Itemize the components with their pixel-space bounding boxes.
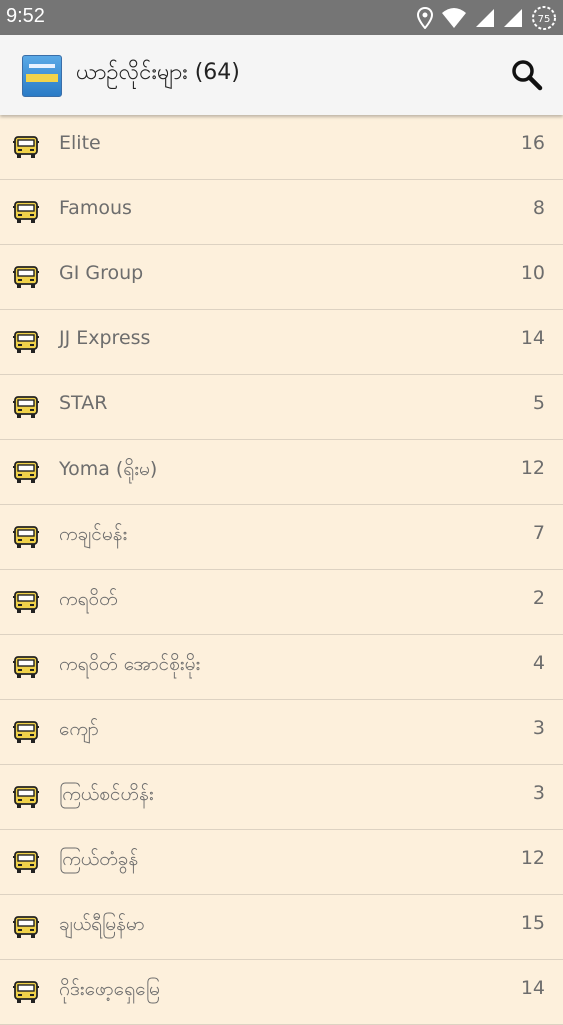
list-item[interactable]: STAR 5 bbox=[0, 375, 563, 440]
bus-icon bbox=[12, 393, 40, 421]
list-item[interactable]: Famous 8 bbox=[0, 180, 563, 245]
status-icons: 75 bbox=[417, 5, 557, 31]
list-item[interactable]: ဂိုဒ်းဖော့ရှေမြေ 14 bbox=[0, 960, 563, 1025]
bus-line-name: ကချင်မန်း bbox=[59, 523, 128, 545]
list-item[interactable]: ချယ်ရီမြန်မာ 15 bbox=[0, 895, 563, 960]
bus-line-name: ကြယ်တံခွန် bbox=[59, 848, 139, 870]
bus-line-count: 7 bbox=[532, 522, 545, 544]
list-item[interactable]: Elite 16 bbox=[0, 115, 563, 180]
bus-line-count: 10 bbox=[520, 262, 545, 284]
bus-icon bbox=[12, 978, 40, 1006]
bus-icon bbox=[12, 913, 40, 941]
bus-line-name: Famous bbox=[59, 197, 132, 219]
bus-line-count: 3 bbox=[532, 717, 545, 739]
battery-icon: 75 bbox=[532, 6, 556, 30]
list-item[interactable]: GI Group 10 bbox=[0, 245, 563, 310]
bus-line-name: ဂိုဒ်းဖော့ရှေမြေ bbox=[59, 978, 160, 1000]
list-item[interactable]: ကြယ်စင်ဟိန်း 3 bbox=[0, 765, 563, 830]
battery-level: 75 bbox=[538, 14, 551, 25]
bus-icon bbox=[12, 328, 40, 356]
bus-line-name: Yoma (ရိုးမ) bbox=[59, 458, 158, 480]
bus-line-name: JJ Express bbox=[59, 327, 151, 349]
bus-icon bbox=[12, 263, 40, 291]
bus-line-count: 12 bbox=[520, 847, 545, 869]
page-title: ယာဉ်လိုင်းများ (64) bbox=[76, 60, 240, 85]
bus-icon bbox=[12, 133, 40, 161]
bus-icon bbox=[12, 848, 40, 876]
bus-line-count: 4 bbox=[532, 652, 545, 674]
bus-icon bbox=[12, 523, 40, 551]
location-icon bbox=[417, 7, 433, 29]
list-item[interactable]: JJ Express 14 bbox=[0, 310, 563, 375]
bus-line-count: 8 bbox=[532, 197, 545, 219]
bus-line-count: 15 bbox=[520, 912, 545, 934]
list-item[interactable]: ကရဝိတ် အောင်စိုးမိုး 4 bbox=[0, 635, 563, 700]
bus-icon bbox=[12, 653, 40, 681]
bus-line-name: Elite bbox=[59, 132, 101, 154]
bus-line-name: ချယ်ရီမြန်မာ bbox=[59, 913, 145, 935]
bus-icon bbox=[12, 783, 40, 811]
bus-icon bbox=[12, 198, 40, 226]
bus-line-count: 5 bbox=[532, 392, 545, 414]
signal-icon bbox=[476, 9, 494, 27]
bus-icon bbox=[12, 718, 40, 746]
bus-icon bbox=[12, 458, 40, 486]
list-item[interactable]: ကရဝိတ် 2 bbox=[0, 570, 563, 635]
status-time: 9:52 bbox=[6, 5, 45, 27]
bus-line-name: ကျော် bbox=[59, 718, 99, 740]
list-item[interactable]: ကျော် 3 bbox=[0, 700, 563, 765]
bus-icon bbox=[12, 588, 40, 616]
app-bar: ယာဉ်လိုင်းများ (64) bbox=[0, 35, 563, 115]
bus-line-name: GI Group bbox=[59, 262, 144, 284]
list-item[interactable]: ကချင်မန်း 7 bbox=[0, 505, 563, 570]
bus-line-count: 16 bbox=[520, 132, 545, 154]
bus-line-name: ကရဝိတ် အောင်စိုးမိုး bbox=[59, 653, 201, 675]
bus-line-name: ကြယ်စင်ဟိန်း bbox=[59, 783, 154, 805]
bus-line-count: 3 bbox=[532, 782, 545, 804]
list-item[interactable]: Yoma (ရိုးမ) 12 bbox=[0, 440, 563, 505]
app-logo-icon bbox=[22, 55, 62, 97]
bus-line-count: 14 bbox=[520, 977, 545, 999]
bus-line-name: STAR bbox=[59, 392, 108, 414]
signal-icon-2 bbox=[504, 9, 522, 27]
bus-line-list[interactable]: Elite 16 Famous 8 GI Group 10 JJ Express 14 STAR… bbox=[0, 115, 563, 1025]
bus-line-name: ကရဝိတ် bbox=[59, 588, 118, 610]
search-icon[interactable] bbox=[509, 57, 545, 93]
bus-line-count: 14 bbox=[520, 327, 545, 349]
status-bar: 9:52 75 bbox=[0, 0, 563, 35]
bus-line-count: 2 bbox=[532, 587, 545, 609]
bus-line-count: 12 bbox=[520, 457, 545, 479]
wifi-icon bbox=[442, 8, 466, 28]
list-item[interactable]: ကြယ်တံခွန် 12 bbox=[0, 830, 563, 895]
